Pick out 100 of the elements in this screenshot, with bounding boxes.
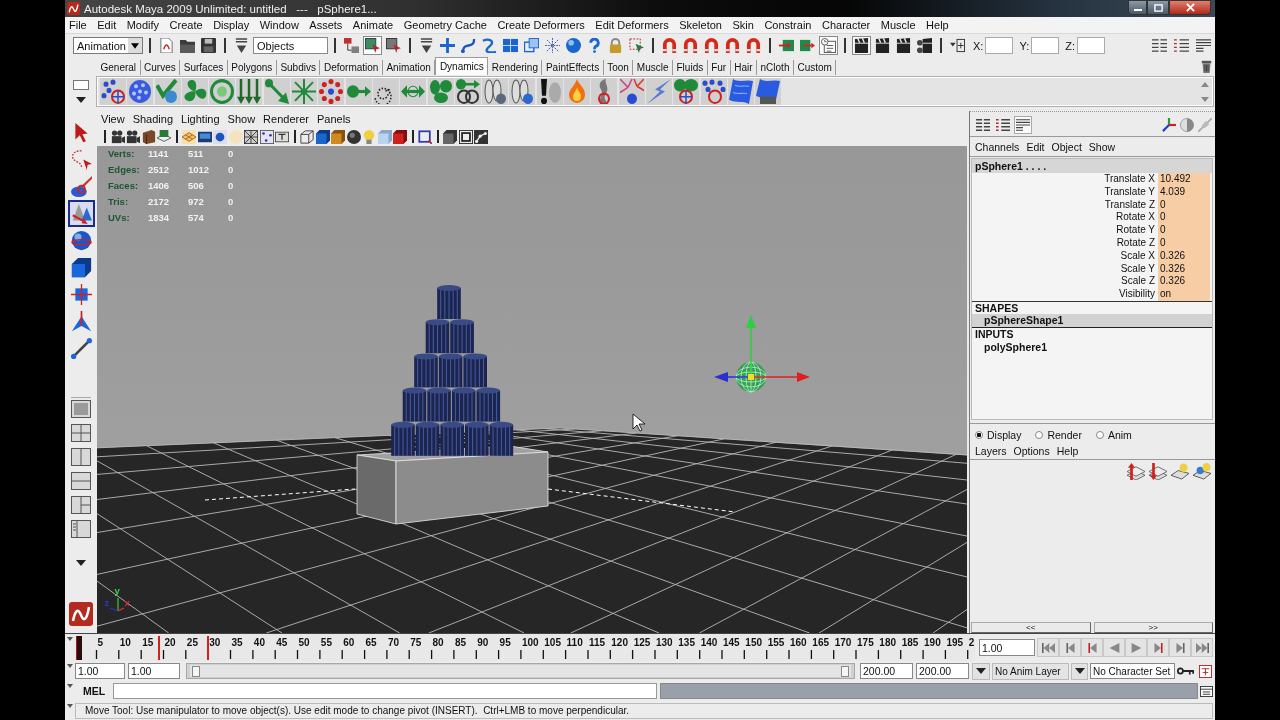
shelf-tab[interactable]: Fur — [707, 60, 731, 75]
menu-set-dropdown[interactable]: Animation — [73, 37, 143, 54]
exclamation-icon[interactable] — [536, 78, 563, 105]
menu-item[interactable]: File — [69, 19, 87, 31]
shelf-tab[interactable]: Polygons — [227, 60, 277, 75]
spiral-icon[interactable] — [372, 78, 399, 105]
start-time-field[interactable]: 1.00 — [75, 663, 125, 679]
wireframe-grid-icon[interactable] — [244, 129, 258, 144]
tool-button[interactable] — [67, 200, 95, 227]
panel-toggle-button[interactable]: >> — [1093, 622, 1213, 633]
menu-item[interactable]: Assets — [309, 19, 343, 31]
mode-radio[interactable]: Anim — [1095, 429, 1132, 441]
particles-icon[interactable] — [100, 78, 126, 105]
side-by-side-layout-icon[interactable] — [71, 448, 91, 466]
toolbar-button[interactable] — [852, 36, 871, 55]
channel-value[interactable]: 10.492 — [1158, 173, 1210, 186]
fireworks-icon[interactable] — [618, 78, 645, 105]
collapse-handle-icon[interactable] — [67, 637, 73, 641]
menu-button[interactable] — [1071, 662, 1088, 680]
shelf-tab[interactable]: General — [97, 60, 141, 75]
menu-item[interactable]: Edit Deformers — [595, 19, 669, 31]
menu-item[interactable]: Create Deformers — [497, 19, 585, 31]
time-slider[interactable]: 5 10 15 20 25 30 35 40 45 50 55 60 65 70 75 80 85 90 95 100 105 110 115 120 125 130 135 140 145 150 155 160 165 170 175 180 185 190 195 2 — [75, 634, 975, 661]
layer-sheet-icon[interactable] — [1193, 462, 1211, 480]
caret-icon[interactable] — [76, 96, 86, 103]
shelf-tab[interactable]: Muscle — [633, 60, 673, 75]
auto-key-button[interactable] — [1176, 664, 1195, 678]
shelf-tab[interactable]: Hair — [730, 60, 758, 75]
channel-value[interactable]: on — [1158, 288, 1210, 301]
four-pane-layout-icon[interactable] — [71, 424, 91, 442]
movie-camera-icon[interactable] — [126, 129, 140, 144]
shelf-tab[interactable]: nCloth — [757, 60, 794, 75]
coordinate-field[interactable] — [1077, 37, 1105, 54]
toolbar-button[interactable] — [384, 36, 403, 55]
mode-radio[interactable]: Display — [975, 429, 1022, 441]
sphere-icon[interactable] — [346, 129, 361, 144]
channel-name[interactable]: Scale Z — [972, 275, 1158, 289]
menu-item[interactable]: Character — [821, 19, 871, 31]
menu-item[interactable]: Create — [169, 19, 203, 31]
range-slider[interactable] — [186, 663, 855, 679]
layout-button[interactable] — [1014, 116, 1032, 134]
menu-button[interactable] — [972, 662, 990, 680]
menu-item[interactable]: View — [101, 113, 125, 125]
channel-name[interactable]: Rotate Y — [972, 224, 1158, 237]
shelf-tab[interactable]: Custom — [793, 60, 837, 75]
cube-icon[interactable] — [393, 129, 407, 144]
node-name[interactable]: pSphere1 . . . . — [972, 159, 1212, 173]
character-set-field[interactable]: No Character Set — [1090, 663, 1175, 679]
mode-radio[interactable]: Render — [1035, 429, 1082, 441]
shelf-tab[interactable]: Curves — [140, 60, 181, 75]
menu-item[interactable]: Show — [227, 113, 256, 125]
ring-icon[interactable] — [209, 78, 236, 105]
channel-name[interactable]: Rotate X — [972, 211, 1158, 225]
circle-icon[interactable] — [213, 129, 227, 144]
channel-value[interactable]: 0 — [1158, 224, 1210, 237]
selection-mask-field[interactable]: Objects — [253, 37, 328, 54]
menu-item[interactable]: Channels — [975, 140, 1020, 153]
menu-item[interactable]: Options — [1013, 445, 1050, 457]
layers-arrow-icon[interactable] — [1127, 462, 1145, 480]
down-arrows-icon[interactable] — [236, 78, 263, 105]
playback-button[interactable] — [1169, 638, 1191, 657]
menu-item[interactable]: Display — [213, 19, 250, 31]
channel-name[interactable]: Scale X — [972, 249, 1158, 263]
toolbar-button[interactable] — [1172, 36, 1191, 55]
menu-item[interactable]: Geometry Cache — [403, 19, 487, 31]
menu-item[interactable]: Animate — [352, 19, 394, 31]
dots-square-icon[interactable] — [259, 129, 274, 144]
panel-toggle-button[interactable]: << — [971, 622, 1091, 633]
toolbar-button[interactable] — [894, 36, 913, 55]
command-field[interactable] — [113, 683, 657, 699]
toolbar-button[interactable] — [363, 36, 382, 55]
menu-item[interactable]: Edit — [97, 19, 117, 31]
lightning-icon[interactable] — [645, 78, 672, 105]
caret-icon[interactable] — [76, 560, 86, 566]
menu-item[interactable]: Skin — [732, 19, 754, 31]
toolbar-button[interactable] — [948, 36, 967, 55]
playback-button[interactable] — [1125, 638, 1147, 657]
close-button[interactable] — [1169, 0, 1211, 15]
toolbar-button[interactable] — [819, 36, 838, 55]
menu-item[interactable]: Layers — [975, 445, 1007, 457]
half-circle-icon[interactable] — [1180, 118, 1194, 132]
blank-tile-icon[interactable] — [73, 80, 89, 91]
menu-item[interactable]: Edit — [1026, 140, 1045, 153]
shelf-tab[interactable]: PaintEffects — [542, 60, 604, 75]
maximize-button[interactable] — [1147, 0, 1169, 15]
menu-item[interactable]: Show — [1088, 140, 1116, 153]
layout-button[interactable] — [974, 116, 992, 134]
stacked-layout-icon[interactable] — [71, 472, 91, 490]
menu-item[interactable]: Shading — [132, 113, 174, 125]
channel-name[interactable]: Translate Y — [972, 185, 1158, 199]
toolbar-button[interactable] — [915, 36, 934, 55]
bowling-pins-icon[interactable] — [509, 78, 536, 105]
dotted-sphere-icon[interactable] — [127, 78, 154, 105]
window-icon[interactable] — [1200, 685, 1213, 697]
cube-icon[interactable] — [331, 129, 345, 144]
shelf-tab[interactable]: Subdivs — [276, 60, 321, 75]
playback-button[interactable] — [1059, 638, 1081, 657]
collapse-handle-icon[interactable] — [67, 704, 73, 708]
range-thumb[interactable] — [190, 665, 851, 677]
smoke-icon[interactable] — [591, 78, 618, 105]
